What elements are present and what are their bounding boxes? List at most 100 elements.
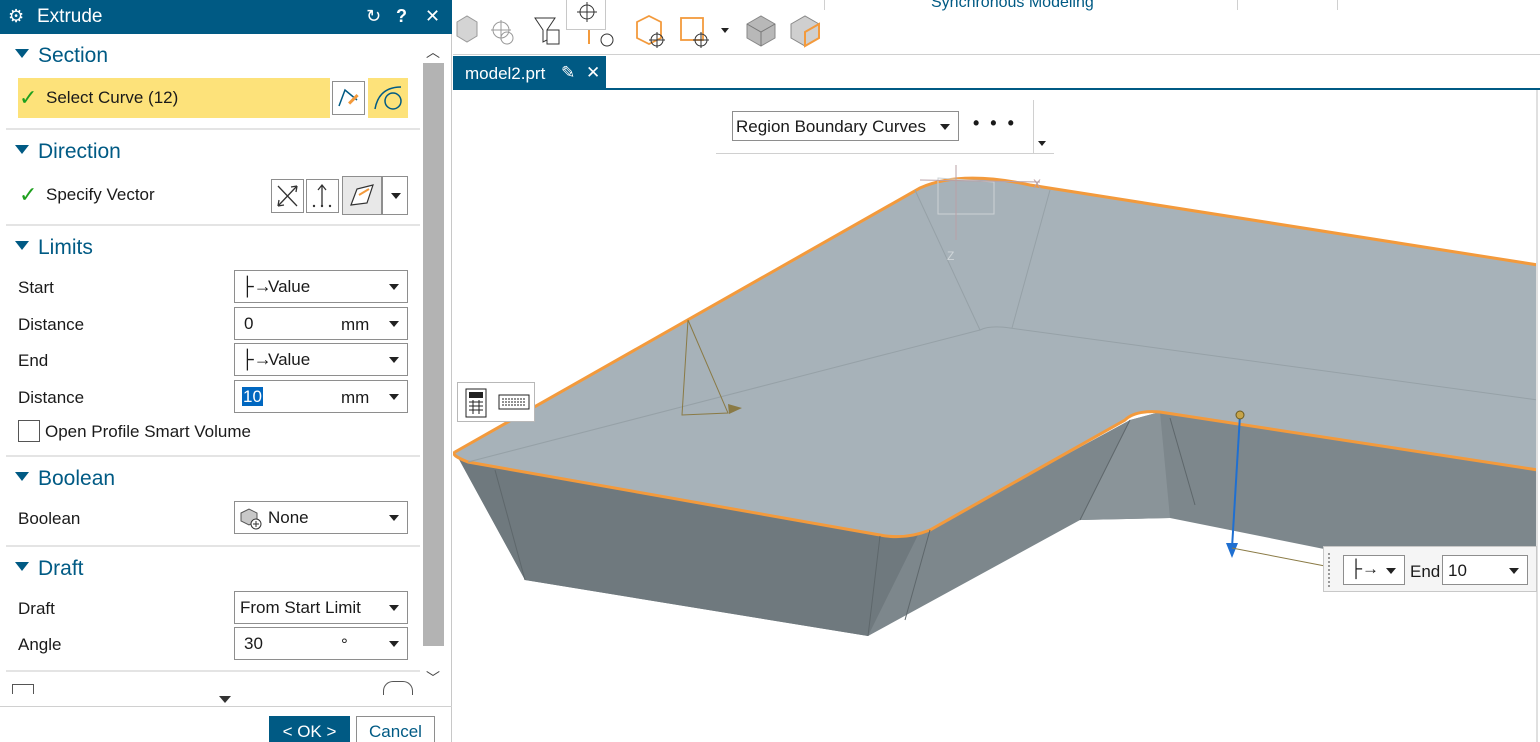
ribbon-toolbar-icons[interactable] <box>455 14 835 52</box>
ribbon: Synchronous Modeling <box>453 0 1540 55</box>
divider <box>6 128 420 130</box>
extrude-dialog: ⚙ Extrude ↻ ? ✕ Section ✓ Select Curve (… <box>0 0 452 742</box>
open-profile-label: Open Profile Smart Volume <box>45 422 251 441</box>
preview-checkbox[interactable] <box>12 684 34 694</box>
chevron-down-icon <box>940 124 950 130</box>
limits-title: Limits <box>38 236 93 259</box>
end-select[interactable]: ├→ Value <box>234 343 408 376</box>
distance-end-input[interactable]: 10 mm <box>234 380 408 413</box>
crosshair-icon <box>577 2 597 22</box>
ok-button[interactable]: < OK > <box>269 716 350 742</box>
end-onscreen-input: ├→ End 10 <box>1323 546 1537 592</box>
divider <box>6 670 420 672</box>
boolean-label: Boolean <box>18 509 81 528</box>
select-curve-field[interactable]: ✓ Select Curve (12) <box>18 78 330 118</box>
chevron-down-icon[interactable] <box>389 641 399 647</box>
reset-icon[interactable]: ↻ <box>366 6 381 27</box>
reverse-direction-icon <box>277 185 298 207</box>
drag-handle-icon[interactable] <box>1328 553 1332 587</box>
draft-header[interactable]: Draft <box>0 549 420 587</box>
calculator-icon[interactable] <box>462 387 490 419</box>
chevron-down-icon[interactable] <box>389 394 399 400</box>
draft-select[interactable]: From Start Limit <box>234 591 408 624</box>
chevron-down-icon[interactable] <box>389 321 399 327</box>
divider <box>824 0 825 10</box>
curve-icon <box>374 86 402 110</box>
open-profile-checkbox[interactable] <box>18 420 40 442</box>
close-icon[interactable]: ✕ <box>425 6 440 27</box>
direction-title: Direction <box>38 140 121 163</box>
distance-end-label: Distance <box>18 388 85 407</box>
show-result-icon[interactable] <box>383 681 413 695</box>
vector-dropdown[interactable] <box>382 176 408 215</box>
collapse-triangle-icon <box>15 562 29 571</box>
rectangle-point-icon <box>680 17 709 48</box>
end-value: Value <box>268 350 311 369</box>
distance-start-input[interactable]: 0 mm <box>234 307 408 340</box>
curve-rule-select[interactable]: Region Boundary Curves <box>732 111 959 141</box>
assembly-icon <box>491 20 514 45</box>
boolean-title: Boolean <box>38 467 116 490</box>
gear-icon[interactable]: ⚙ <box>8 6 24 27</box>
curve-rule-button[interactable] <box>368 78 408 118</box>
close-icon[interactable]: ✕ <box>586 63 600 83</box>
direction-header[interactable]: Direction <box>0 132 420 170</box>
tab-label: model2.prt <box>465 64 546 83</box>
distance-end-value[interactable]: 10 <box>242 387 263 406</box>
chevron-down-icon[interactable] <box>1509 568 1519 574</box>
scroll-up-icon[interactable]: ︿ <box>426 42 440 62</box>
inferred-vector-button[interactable] <box>342 176 382 215</box>
cube-point-icon <box>636 14 665 48</box>
scroll-down-icon[interactable]: ﹀ <box>426 668 440 688</box>
chevron-down-icon <box>389 357 399 363</box>
curve-rule-value: Region Boundary Curves <box>736 117 926 136</box>
cube-section-icon <box>746 15 776 47</box>
sketch-icon <box>338 88 359 107</box>
scrollbar-thumb[interactable] <box>423 63 444 646</box>
face-normal-icon <box>350 184 374 206</box>
divider <box>1337 0 1338 10</box>
divider <box>6 545 420 547</box>
divider <box>0 706 452 707</box>
divider <box>1237 0 1238 10</box>
end-distance-input[interactable]: 10 <box>1442 555 1528 585</box>
collapse-triangle-icon <box>15 145 29 154</box>
section-title: Section <box>38 44 109 67</box>
vector-dialog-button[interactable] <box>306 179 339 213</box>
keyboard-icon[interactable] <box>498 393 530 411</box>
sketch-section-button[interactable] <box>332 81 365 115</box>
more-options-icon[interactable]: • • • <box>973 113 1017 134</box>
snap-point-icon <box>588 27 614 47</box>
chevron-down-icon <box>389 605 399 611</box>
tab-model2[interactable]: model2.prt ✎ ✕ <box>453 56 606 90</box>
model-geometry[interactable]: Z X <box>453 90 1538 742</box>
start-label: Start <box>18 278 54 297</box>
angle-input[interactable]: 30 ° <box>234 627 408 660</box>
angle-unit: ° <box>341 635 348 654</box>
specify-vector-label: Specify Vector <box>46 185 155 204</box>
chevron-down-icon[interactable] <box>219 696 231 703</box>
triad-x-label: X <box>1033 177 1041 191</box>
chevron-down-icon <box>389 284 399 290</box>
checkmark-icon: ✓ <box>19 85 38 110</box>
limits-header[interactable]: Limits <box>0 228 420 266</box>
end-limit-select[interactable]: ├→ <box>1343 555 1405 585</box>
chevron-down-icon <box>389 515 399 521</box>
end-distance-value: 10 <box>1448 561 1467 580</box>
help-icon[interactable]: ? <box>396 6 407 27</box>
divider <box>6 455 420 457</box>
boolean-none-icon <box>240 508 262 530</box>
dialog-title: Extrude <box>37 6 103 27</box>
boolean-header[interactable]: Boolean <box>0 459 420 497</box>
section-header[interactable]: Section <box>0 36 420 74</box>
boolean-select[interactable]: None <box>234 501 408 534</box>
divider <box>6 224 420 226</box>
start-select[interactable]: ├→ Value <box>234 270 408 303</box>
cube-orange-icon <box>790 15 820 48</box>
dialog-titlebar: ⚙ Extrude ↻ ? ✕ <box>0 0 452 34</box>
cancel-button[interactable]: Cancel <box>356 716 435 742</box>
reverse-direction-button[interactable] <box>271 179 304 213</box>
draft-value: From Start Limit <box>240 598 361 617</box>
graphics-viewport[interactable]: Z X <box>453 90 1538 742</box>
chevron-down-icon[interactable] <box>1038 141 1046 146</box>
